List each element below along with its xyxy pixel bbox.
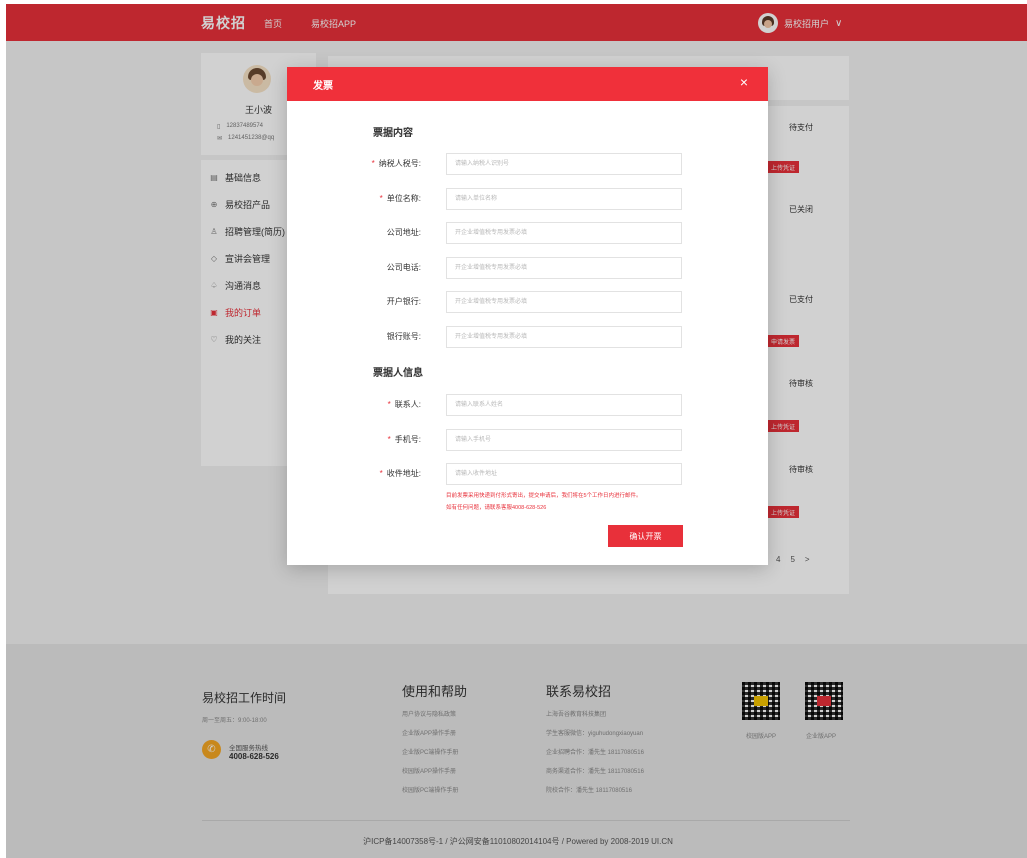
field-label-text: 单位名称: bbox=[386, 194, 421, 203]
shipping-address-row: * 收件地址: bbox=[347, 463, 707, 485]
invoice-notice-line: 目前发票采用快递到付形式寄出，提交申请后，我们将在5个工作日内进行邮件。 bbox=[446, 493, 642, 499]
field-label: * 收件地址: bbox=[347, 463, 421, 485]
tax-id-row: * 纳税人税号: bbox=[347, 153, 707, 175]
bank-account-row: 银行账号: bbox=[347, 326, 707, 348]
company-address-row: 公司地址: bbox=[347, 222, 707, 244]
bank-name-input[interactable] bbox=[446, 291, 682, 313]
required-mark: * bbox=[387, 435, 391, 444]
required-mark: * bbox=[387, 400, 391, 409]
contact-name-row: * 联系人: bbox=[347, 394, 707, 416]
close-icon[interactable]: × bbox=[740, 74, 748, 90]
field-label-text: 收件地址: bbox=[386, 469, 421, 478]
mobile-input[interactable] bbox=[446, 429, 682, 451]
section-title-recipient-info: 票据人信息 bbox=[373, 368, 423, 379]
app-frame: 易校招 首页 易校招APP 易校招用户 ∨ 王小波 ▯ 12837489574 … bbox=[6, 4, 1027, 858]
field-label-text: 银行账号: bbox=[386, 332, 421, 341]
contact-name-input[interactable] bbox=[446, 394, 682, 416]
company-phone-input[interactable] bbox=[446, 257, 682, 279]
field-label-text: 开户银行: bbox=[386, 297, 421, 306]
field-label: * 单位名称: bbox=[347, 188, 421, 210]
field-label: 银行账号: bbox=[347, 326, 421, 348]
company-address-input[interactable] bbox=[446, 222, 682, 244]
field-label: 公司地址: bbox=[347, 222, 421, 244]
company-name-input[interactable] bbox=[446, 188, 682, 210]
dialog-title: 发票 bbox=[313, 81, 333, 92]
bank-name-row: 开户银行: bbox=[347, 291, 707, 313]
required-mark: * bbox=[371, 159, 375, 168]
field-label: 公司电话: bbox=[347, 257, 421, 279]
field-label: * 纳税人税号: bbox=[347, 153, 421, 175]
company-phone-row: 公司电话: bbox=[347, 257, 707, 279]
required-mark: * bbox=[379, 194, 383, 203]
section-title-invoice-content: 票据内容 bbox=[373, 128, 413, 139]
field-label: * 手机号: bbox=[347, 429, 421, 451]
company-name-row: * 单位名称: bbox=[347, 188, 707, 210]
field-label-text: 公司电话: bbox=[386, 263, 421, 272]
tax-id-input[interactable] bbox=[446, 153, 682, 175]
field-label-text: 联系人: bbox=[394, 400, 421, 409]
field-label: * 联系人: bbox=[347, 394, 421, 416]
invoice-notice-line: 如有任何问题，请联系客服4008-628-526 bbox=[446, 505, 547, 511]
invoice-dialog: 发票 × 票据内容 *纳税人税号: *单位名称: 公司地址: 公司电话: 开户银… bbox=[287, 67, 768, 565]
field-label-text: 公司地址: bbox=[386, 228, 421, 237]
field-label-text: 纳税人税号: bbox=[378, 159, 421, 168]
dialog-header: 发票 × bbox=[287, 67, 768, 101]
shipping-address-input[interactable] bbox=[446, 463, 682, 485]
confirm-invoice-button[interactable]: 确认开票 bbox=[608, 525, 683, 547]
bank-account-input[interactable] bbox=[446, 326, 682, 348]
mobile-row: * 手机号: bbox=[347, 429, 707, 451]
required-mark: * bbox=[379, 469, 383, 478]
field-label-text: 手机号: bbox=[394, 435, 421, 444]
field-label: 开户银行: bbox=[347, 291, 421, 313]
